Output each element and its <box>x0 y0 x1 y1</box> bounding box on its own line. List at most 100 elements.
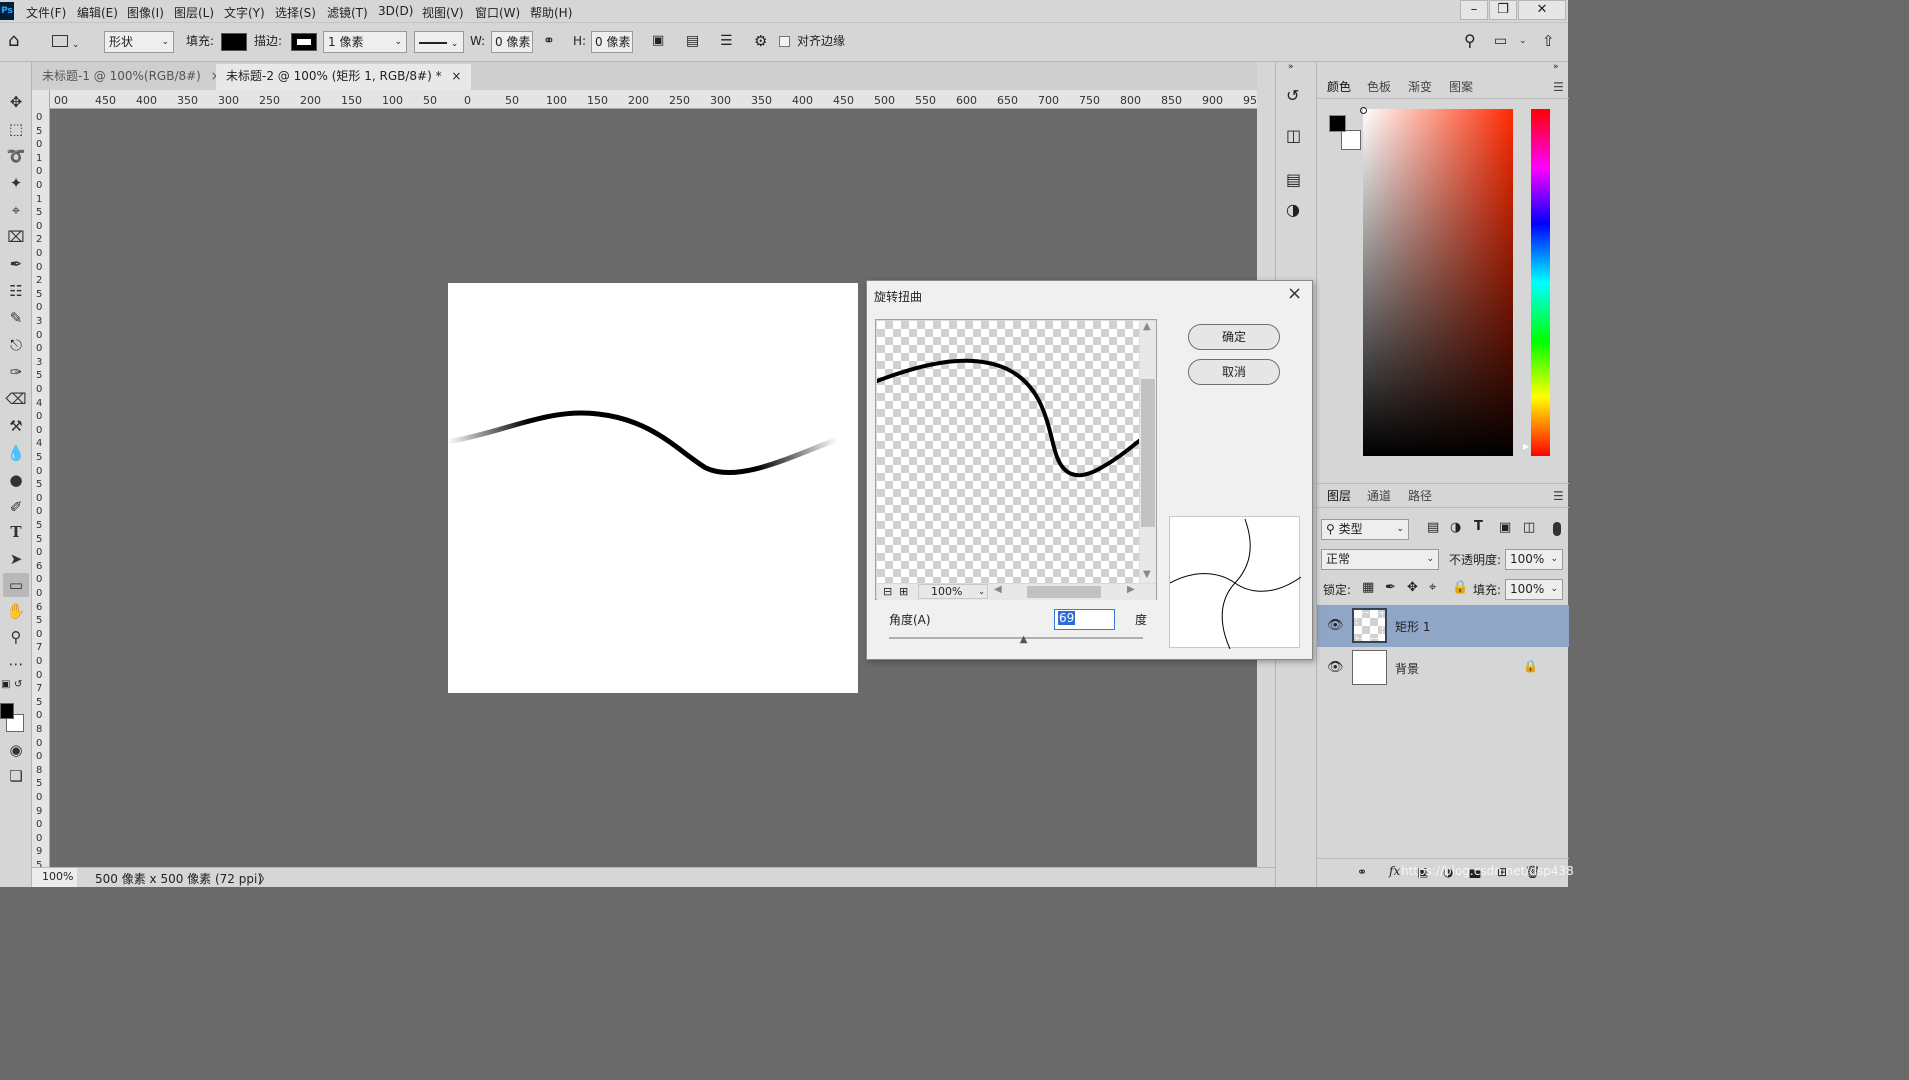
scroll-up-icon[interactable]: ▲ <box>1143 321 1151 332</box>
h-field[interactable]: 0 像素 <box>591 31 633 53</box>
move-tool-icon[interactable]: ✥ <box>3 90 29 114</box>
angle-slider-track[interactable] <box>889 637 1143 639</box>
angle-slider-handle[interactable]: ▲ <box>1020 634 1028 645</box>
search-icon[interactable]: ⚲ <box>1464 31 1476 53</box>
menu-filter[interactable]: 滤镜(T) <box>327 4 368 21</box>
lock-pixels-icon[interactable]: ✒ <box>1385 580 1396 595</box>
adjustments-panel-icon[interactable]: ◑ <box>1286 200 1300 219</box>
stamp-tool-icon[interactable]: ⎋ <box>3 333 29 357</box>
history-brush-tool-icon[interactable]: ✑ <box>3 360 29 384</box>
document-canvas[interactable] <box>448 283 858 693</box>
layer-row-selected[interactable]: 👁 矩形 1 <box>1317 605 1569 647</box>
more-tools-icon[interactable]: ⋯ <box>3 652 29 676</box>
scroll-down-icon[interactable]: ▼ <box>1143 569 1151 580</box>
filter-pixel-icon[interactable]: ▤ <box>1427 520 1439 535</box>
home-icon[interactable]: ⌂ <box>8 31 19 53</box>
scroll-left-icon[interactable]: ◀ <box>994 584 1002 595</box>
foreground-color-swatch[interactable] <box>1329 115 1346 132</box>
color-picker-field[interactable] <box>1363 109 1513 456</box>
pen-tool-icon[interactable]: ✐ <box>3 495 29 519</box>
dodge-tool-icon[interactable]: ● <box>3 468 29 492</box>
fx-icon[interactable]: fx <box>1389 864 1400 878</box>
paint-bucket-tool-icon[interactable]: ⚒ <box>3 414 29 438</box>
lock-artboard-icon[interactable]: ⌖ <box>1429 580 1436 595</box>
tab-color[interactable]: 颜色 <box>1327 75 1351 99</box>
filter-shape-icon[interactable]: ▣ <box>1499 520 1511 535</box>
stroke-swatch[interactable] <box>291 33 317 51</box>
zoom-in-icon[interactable]: ⊞ <box>899 585 908 598</box>
tool-preset-picker[interactable]: ⌄ <box>52 31 90 53</box>
properties-panel-icon[interactable]: ▤ <box>1286 170 1301 189</box>
filter-type-icon[interactable]: T <box>1474 519 1483 534</box>
share-icon[interactable]: ⇧ <box>1542 31 1555 53</box>
tab-layers[interactable]: 图层 <box>1327 484 1351 508</box>
menu-type[interactable]: 文字(Y) <box>224 4 265 21</box>
filter-toggle-switch[interactable] <box>1553 522 1561 536</box>
ok-button[interactable]: 确定 <box>1188 324 1280 350</box>
quick-mask-icon[interactable]: ◉ <box>3 738 29 762</box>
menu-help[interactable]: 帮助(H) <box>530 4 572 21</box>
menu-select[interactable]: 选择(S) <box>275 4 316 21</box>
3d-panel-icon[interactable]: ◫ <box>1286 126 1301 145</box>
close-icon[interactable]: × <box>1287 283 1302 304</box>
cancel-button[interactable]: 取消 <box>1188 359 1280 385</box>
path-selection-tool-icon[interactable]: ➤ <box>3 547 29 571</box>
panel-menu-icon[interactable]: ☰ <box>1553 484 1564 508</box>
background-color-swatch[interactable] <box>1341 130 1361 150</box>
restore-icon[interactable]: ❐ <box>1489 0 1517 20</box>
eye-icon[interactable]: 👁 <box>1327 660 1344 675</box>
layer-row[interactable]: 👁 背景 🔒 <box>1317 647 1569 689</box>
menu-file[interactable]: 文件(F) <box>26 4 66 21</box>
workspace-icon[interactable]: ▭ <box>1494 31 1507 53</box>
screen-mode-icon[interactable]: ❏ <box>3 764 29 788</box>
default-colors-icon[interactable]: ▣ <box>1 679 10 690</box>
lasso-tool-icon[interactable]: ➰ <box>3 144 29 168</box>
hue-slider-handle[interactable]: ▶ <box>1523 442 1529 451</box>
hand-tool-icon[interactable]: ✋ <box>3 599 29 623</box>
tab-document-2[interactable]: 未标题-2 @ 100% (矩形 1, RGB/8#) * × <box>216 64 472 90</box>
frame-tool-icon[interactable]: ⌧ <box>3 225 29 249</box>
blur-tool-icon[interactable]: 💧 <box>3 441 29 465</box>
close-icon[interactable]: × <box>451 69 461 83</box>
healing-brush-tool-icon[interactable]: ☷ <box>3 279 29 303</box>
magic-wand-tool-icon[interactable]: ✦ <box>3 171 29 195</box>
blend-mode-select[interactable]: 正常 ⌄ <box>1321 549 1439 570</box>
lock-all-icon[interactable]: 🔒 <box>1452 580 1468 595</box>
gear-icon[interactable]: ⚙ <box>754 31 767 53</box>
collapse-icon[interactable]: » <box>1553 62 1559 72</box>
fill-swatch[interactable] <box>221 33 247 51</box>
scrollbar-thumb[interactable] <box>1141 379 1155 527</box>
opacity-field[interactable]: 100% ⌄ <box>1505 549 1563 570</box>
menu-window[interactable]: 窗口(W) <box>475 4 520 21</box>
preview-area[interactable] <box>877 321 1139 583</box>
tab-channels[interactable]: 通道 <box>1367 484 1391 508</box>
scrollbar-thumb-horizontal[interactable] <box>1027 586 1101 598</box>
tab-swatches[interactable]: 色板 <box>1367 75 1391 99</box>
swap-colors-icon[interactable]: ↺ <box>14 679 22 690</box>
menu-layer[interactable]: 图层(L) <box>174 4 214 21</box>
fill-field[interactable]: 100% ⌄ <box>1505 579 1563 600</box>
angle-input[interactable]: 69 <box>1054 609 1115 630</box>
chevron-down-icon[interactable]: ⌄ <box>1519 31 1527 53</box>
preview-scrollbar-vertical[interactable]: ▲ ▼ <box>1140 321 1156 583</box>
tab-patterns[interactable]: 图案 <box>1449 75 1473 99</box>
status-menu-arrow[interactable]: 〉 <box>259 870 271 887</box>
filter-adjustment-icon[interactable]: ◑ <box>1450 520 1461 535</box>
eraser-tool-icon[interactable]: ⌫ <box>3 387 29 411</box>
path-operations-icon[interactable]: ▣ <box>652 31 664 53</box>
rectangle-tool-icon[interactable]: ▭ <box>3 573 29 597</box>
menu-image[interactable]: 图像(I) <box>127 4 164 21</box>
scroll-right-icon[interactable]: ▶ <box>1127 584 1135 595</box>
stroke-width-field[interactable]: 1 像素 ⌄ <box>323 31 407 53</box>
crop-tool-icon[interactable]: ⌖ <box>3 198 29 222</box>
collapse-icon[interactable]: » <box>1288 62 1294 72</box>
brush-tool-icon[interactable]: ✎ <box>3 306 29 330</box>
tab-paths[interactable]: 路径 <box>1408 484 1432 508</box>
menu-edit[interactable]: 编辑(E) <box>77 4 118 21</box>
preview-zoom-select[interactable]: 100% ⌄ <box>918 584 988 599</box>
eye-icon[interactable]: 👁 <box>1327 618 1344 633</box>
marquee-tool-icon[interactable]: ⬚ <box>3 117 29 141</box>
hue-slider[interactable] <box>1531 109 1550 456</box>
filter-smart-object-icon[interactable]: ◫ <box>1523 520 1535 535</box>
zoom-out-icon[interactable]: ⊟ <box>883 585 892 598</box>
